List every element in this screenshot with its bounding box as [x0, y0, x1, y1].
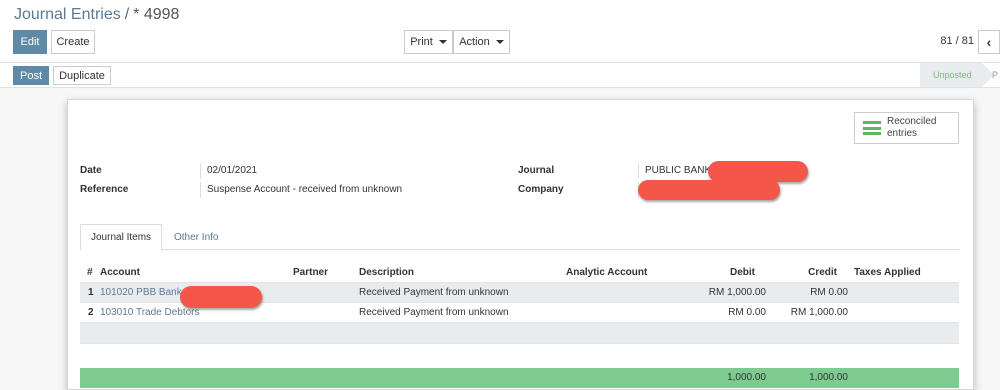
- redaction-journal: [708, 161, 808, 182]
- redaction-account: [180, 286, 262, 308]
- chevron-left-icon: ‹: [986, 34, 992, 50]
- journal-value[interactable]: PUBLIC BANK: [638, 163, 711, 179]
- tab-other-info[interactable]: Other Info: [164, 224, 228, 251]
- create-button[interactable]: Create: [51, 30, 95, 54]
- date-label: Date: [80, 165, 102, 176]
- edit-button[interactable]: Edit: [13, 30, 47, 54]
- total-credit: 1,000.00: [809, 372, 848, 383]
- row-credit: RM 0.00: [810, 287, 848, 298]
- col-credit[interactable]: Credit: [760, 263, 837, 283]
- action-label: Action: [459, 36, 490, 48]
- row-description: Received Payment from unknown: [359, 307, 509, 318]
- pager-value[interactable]: 81 / 81: [940, 35, 974, 47]
- breadcrumb-journal-entries[interactable]: Journal Entries: [14, 6, 121, 23]
- table-header: # Account Partner Description Analytic A…: [80, 263, 959, 283]
- total-debit: 1,000.00: [727, 372, 766, 383]
- notebook-tabs: Journal Items Other Info: [80, 224, 959, 251]
- list-icon: [863, 121, 881, 135]
- row-description: Received Payment from unknown: [359, 287, 509, 298]
- chevron-down-icon: [495, 40, 504, 44]
- duplicate-button[interactable]: Duplicate: [53, 66, 111, 85]
- col-num: #: [87, 267, 93, 278]
- chevron-down-icon: [438, 40, 447, 44]
- row-debit: RM 1,000.00: [708, 287, 766, 298]
- company-label: Company: [518, 184, 564, 195]
- date-value[interactable]: 02/01/2021: [200, 163, 257, 179]
- reference-value[interactable]: Suspense Account - received from unknown: [200, 182, 402, 198]
- post-button[interactable]: Post: [13, 66, 49, 85]
- journal-label: Journal: [518, 165, 555, 176]
- col-analytic[interactable]: Analytic Account: [566, 263, 647, 283]
- reconciled-label-line2: entries: [887, 128, 918, 139]
- pager-previous-button[interactable]: ‹: [978, 30, 1000, 54]
- row-account[interactable]: 101020 PBB Bank: [100, 283, 182, 303]
- add-line-row[interactable]: [80, 323, 959, 344]
- row-num: 2: [88, 307, 94, 318]
- row-debit: RM 0.00: [728, 307, 766, 318]
- action-dropdown[interactable]: Action: [453, 30, 510, 54]
- control-panel: Journal Entries / * 4998 Edit Create Print…: [0, 0, 1000, 62]
- print-label: Print: [410, 36, 433, 48]
- breadcrumb: Journal Entries / * 4998: [14, 6, 179, 24]
- row-num: 1: [88, 287, 94, 298]
- reference-label: Reference: [80, 184, 129, 195]
- reconciled-entries-button[interactable]: Reconciled entries: [854, 112, 959, 144]
- status-stage-unposted[interactable]: Unposted: [920, 63, 994, 87]
- col-taxes[interactable]: Taxes Applied: [854, 263, 921, 283]
- col-account[interactable]: Account: [100, 263, 140, 283]
- redaction-company: [638, 180, 780, 200]
- status-stage-posted[interactable]: P: [992, 63, 998, 87]
- breadcrumb-separator: /: [124, 6, 130, 23]
- tab-journal-items[interactable]: Journal Items: [80, 224, 163, 251]
- status-bar: Post Duplicate Unposted P: [0, 62, 1000, 88]
- print-dropdown[interactable]: Print: [404, 30, 453, 54]
- form-sheet: Reconciled entries Date 02/01/2021 Refer…: [67, 99, 974, 390]
- totals-row: 1,000.00 1,000.00: [80, 368, 959, 388]
- reconciled-label-line1: Reconciled: [887, 116, 937, 127]
- col-partner[interactable]: Partner: [293, 263, 328, 283]
- col-debit[interactable]: Debit: [680, 263, 755, 283]
- row-credit: RM 1,000.00: [790, 307, 848, 318]
- breadcrumb-current: * 4998: [133, 6, 180, 23]
- col-description[interactable]: Description: [359, 263, 414, 283]
